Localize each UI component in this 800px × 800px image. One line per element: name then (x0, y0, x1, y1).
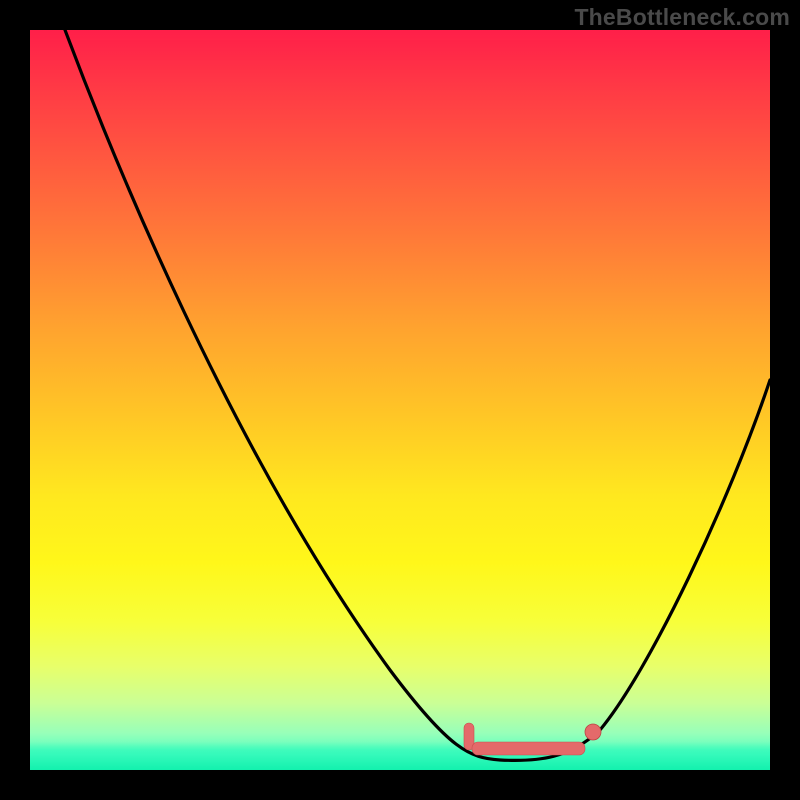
plot-area (30, 30, 770, 770)
marker-flat (472, 742, 585, 755)
watermark-text: TheBottleneck.com (574, 4, 790, 31)
chart-frame: TheBottleneck.com (0, 0, 800, 800)
curve-path (65, 30, 770, 760)
bottleneck-curve (30, 30, 770, 770)
marker-end (585, 724, 601, 740)
